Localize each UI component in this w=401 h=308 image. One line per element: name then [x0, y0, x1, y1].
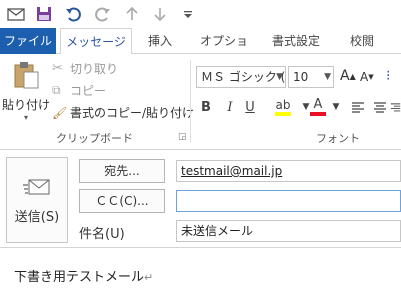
cc-button[interactable]: ＣＣ(C)... [79, 189, 165, 213]
highlight-button[interactable]: ab [268, 96, 298, 118]
chevron-down-icon: ▼ [324, 72, 331, 82]
to-button[interactable]: 宛先... [79, 159, 165, 183]
font-color-button[interactable]: A [308, 96, 328, 118]
paragraph-mark: ↵ [144, 271, 154, 284]
bullets-icon[interactable]: ⁝ [386, 68, 390, 84]
font-name-value: ＭＳ ゴシック (本 [201, 70, 286, 84]
ribbon-tabs: ファイル メッセージ 挿入 オプション 書式設定 校閲 [0, 28, 401, 74]
message-header: 送信(S) 宛先... testmail@mail.jp ＣＣ(C)... 件名… [0, 151, 401, 248]
format-painter-button[interactable]: 🖌 書式のコピー/貼り付け [52, 104, 194, 121]
font-name-combo[interactable]: ＭＳ ゴシック (本 ▼ [196, 66, 286, 88]
down-arrow-icon [150, 4, 170, 24]
clipboard-icon [14, 62, 39, 89]
bold-button[interactable]: B [196, 96, 216, 118]
ribbon: 貼り付け ▾ ✂ 切り取り ⧉ コピー 🖌 書式のコピー/貼り付け クリップボー… [0, 54, 401, 150]
align-right-icon[interactable] [390, 96, 401, 118]
outlook-icon [6, 4, 26, 24]
paste-label: 貼り付け [2, 98, 51, 112]
highlighter-icon: ab [275, 98, 291, 112]
tab-options[interactable]: オプション [196, 28, 252, 74]
undo-icon[interactable] [64, 4, 84, 24]
paste-dropdown-icon[interactable]: ▾ [24, 113, 28, 122]
font-size-combo[interactable]: 10 ▼ [288, 66, 334, 88]
grow-font-icon: A [340, 68, 350, 84]
chevron-down-icon: ▼ [276, 72, 283, 82]
font-color-bar [310, 112, 326, 116]
scissors-icon: ✂ [52, 61, 63, 76]
highlight-color-bar [275, 112, 291, 116]
tab-insert[interactable]: 挿入 [140, 28, 180, 54]
font-color-dropdown-icon[interactable]: ▼ [326, 96, 346, 118]
send-label: 送信(S) [14, 209, 60, 225]
clipboard-launcher-icon[interactable]: ◲ [178, 132, 187, 142]
message-body[interactable]: 下書き用テストメール↵ [0, 249, 401, 308]
grow-font-button[interactable]: A ▲ [340, 68, 356, 84]
body-text-line: 下書き用テストメール↵ [14, 266, 153, 285]
send-icon [23, 179, 50, 194]
align-center-icon[interactable] [370, 96, 390, 118]
up-arrow-icon [122, 4, 142, 24]
redo-icon [92, 4, 112, 24]
format-painter-label: 書式のコピー/貼り付け [70, 106, 195, 120]
tab-file[interactable]: ファイル [0, 28, 56, 54]
save-icon[interactable] [34, 4, 54, 24]
font-group-label: フォント [316, 132, 360, 145]
tab-format[interactable]: 書式設定 [266, 28, 326, 54]
cut-button: ✂ 切り取り [52, 60, 118, 77]
subject-label: 件名(U) [79, 227, 125, 242]
shrink-font-button[interactable]: A ▼ [360, 70, 374, 84]
cut-label: 切り取り [70, 62, 119, 76]
tab-message[interactable]: メッセージ [60, 28, 132, 55]
copy-label: コピー [70, 84, 107, 98]
subject-field[interactable]: 未送信メール [176, 220, 401, 242]
font-size-value: 10 [293, 70, 309, 84]
italic-button[interactable]: I [220, 96, 240, 118]
brush-icon: 🖌 [52, 105, 68, 120]
copy-button: ⧉ コピー [52, 82, 106, 99]
clipboard-group-label: クリップボード [56, 132, 133, 145]
underline-button[interactable]: U [240, 96, 260, 118]
tab-review[interactable]: 校閲 [340, 28, 384, 54]
copy-icon: ⧉ [52, 83, 61, 97]
group-divider [190, 60, 191, 142]
font-color-icon: A [313, 97, 323, 112]
cc-field[interactable] [176, 190, 401, 212]
align-left-icon[interactable] [348, 96, 368, 118]
send-button[interactable]: 送信(S) [6, 157, 68, 243]
quick-access-toolbar [0, 0, 401, 28]
to-field[interactable]: testmail@mail.jp [176, 160, 401, 182]
paste-button[interactable]: 貼り付け ▾ [2, 60, 51, 126]
body-text: 下書き用テストメール [14, 270, 145, 285]
shrink-font-icon: A [360, 70, 369, 84]
to-value: testmail@mail.jp [181, 164, 283, 178]
customize-icon[interactable] [178, 4, 198, 24]
